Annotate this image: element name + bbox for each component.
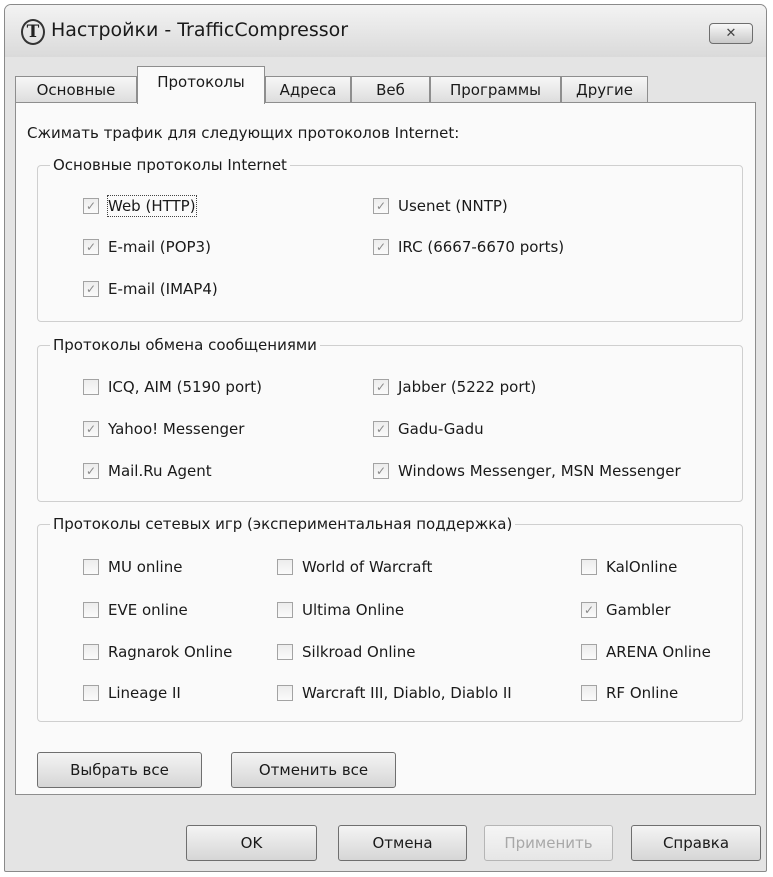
cancel-button[interactable]: Отмена: [338, 825, 467, 861]
group-title: Основные протоколы Internet: [50, 155, 290, 175]
checkbox-label: Gadu-Gadu: [398, 420, 484, 438]
checkbox-label: Ragnarok Online: [108, 643, 233, 661]
deselect-all-button[interactable]: Отменить все: [231, 752, 396, 788]
checkbox-label: Windows Messenger, MSN Messenger: [398, 462, 681, 480]
checkbox-label: RF Online: [606, 684, 679, 702]
checkbox-box[interactable]: [581, 644, 597, 660]
checkbox-box[interactable]: [83, 379, 99, 395]
checkbox-label: IRC (6667-6670 ports): [398, 238, 565, 256]
checkbox-box[interactable]: [83, 685, 99, 701]
checkbox-box[interactable]: ✓: [83, 239, 99, 255]
apply-button[interactable]: Применить: [484, 825, 613, 861]
checkbox-label: Yahoo! Messenger: [108, 420, 245, 438]
intro-text: Сжимать трафик для следующих протоколов …: [27, 124, 460, 142]
checkbox-box[interactable]: ✓: [373, 239, 389, 255]
window-title: Настройки - TrafficCompressor: [51, 19, 349, 41]
checkbox-box[interactable]: ✓: [83, 421, 99, 437]
checkbox-box[interactable]: [581, 559, 597, 575]
checkbox-box[interactable]: ✓: [373, 463, 389, 479]
checkbox-label: Jabber (5222 port): [398, 378, 537, 396]
app-logo-icon: T: [21, 19, 45, 45]
ok-button[interactable]: OK: [186, 825, 317, 861]
checkbox-label: E-mail (POP3): [108, 238, 211, 256]
checkbox-box[interactable]: [83, 644, 99, 660]
checkbox-box[interactable]: [277, 685, 293, 701]
checkbox-label: Warcraft III, Diablo, Diablo II: [302, 684, 512, 702]
checkbox-box[interactable]: ✓: [373, 198, 389, 214]
checkbox-box[interactable]: [83, 559, 99, 575]
checkbox-box[interactable]: ✓: [373, 379, 389, 395]
checkbox-label: Mail.Ru Agent: [108, 462, 212, 480]
tab-web[interactable]: Веб: [351, 76, 430, 103]
checkbox-label: EVE online: [108, 601, 188, 619]
group-title: Протоколы обмена сообщениями: [50, 335, 320, 355]
checkbox-label: E-mail (IMAP4): [108, 280, 218, 298]
checkbox-box[interactable]: ✓: [83, 463, 99, 479]
tab-programs[interactable]: Программы: [430, 76, 561, 103]
checkbox-box[interactable]: [83, 602, 99, 618]
help-button[interactable]: Справка: [631, 825, 761, 861]
checkbox-label: ICQ, AIM (5190 port): [108, 378, 263, 396]
checkbox-label: World of Warcraft: [302, 558, 433, 576]
internet-protocols-group: Основные протоколы Internet ✓ Web (HTTP)…: [37, 155, 743, 322]
group-title: Протоколы сетевых игр (экспериментальная…: [50, 514, 516, 534]
game-protocols-group: Протоколы сетевых игр (экспериментальная…: [37, 514, 743, 722]
select-all-button[interactable]: Выбрать все: [37, 752, 202, 788]
messaging-protocols-group: Протоколы обмена сообщениями ICQ, AIM (5…: [37, 335, 743, 502]
checkbox-box[interactable]: [277, 559, 293, 575]
checkbox-label: Lineage II: [108, 684, 181, 702]
checkbox-label: ARENA Online: [606, 643, 711, 661]
checkbox-label: Web (HTTP): [107, 195, 197, 217]
title-bar[interactable]: T Настройки - TrafficCompressor ✕: [5, 5, 766, 57]
checkbox-box[interactable]: ✓: [581, 602, 597, 618]
checkbox-label: Gambler: [606, 601, 671, 619]
checkbox-box[interactable]: [277, 602, 293, 618]
checkbox-box[interactable]: [277, 644, 293, 660]
tab-addresses[interactable]: Адреса: [265, 76, 351, 103]
checkbox-label: KalOnline: [606, 558, 678, 576]
checkbox-label: Silkroad Online: [302, 643, 416, 661]
close-button[interactable]: ✕: [709, 23, 753, 44]
checkbox-box[interactable]: [581, 685, 597, 701]
checkbox-label: Usenet (NNTP): [398, 197, 508, 215]
checkbox-box[interactable]: ✓: [83, 198, 99, 214]
checkbox-box[interactable]: ✓: [83, 281, 99, 297]
tab-protocols[interactable]: Протоколы: [137, 66, 265, 104]
tab-basic[interactable]: Основные: [15, 76, 137, 103]
checkbox-label: Ultima Online: [302, 601, 405, 619]
tab-other[interactable]: Другие: [561, 76, 648, 103]
checkbox-label: MU online: [108, 558, 183, 576]
settings-window: T Настройки - TrafficCompressor ✕ Основн…: [4, 4, 767, 872]
checkbox-box[interactable]: ✓: [373, 421, 389, 437]
